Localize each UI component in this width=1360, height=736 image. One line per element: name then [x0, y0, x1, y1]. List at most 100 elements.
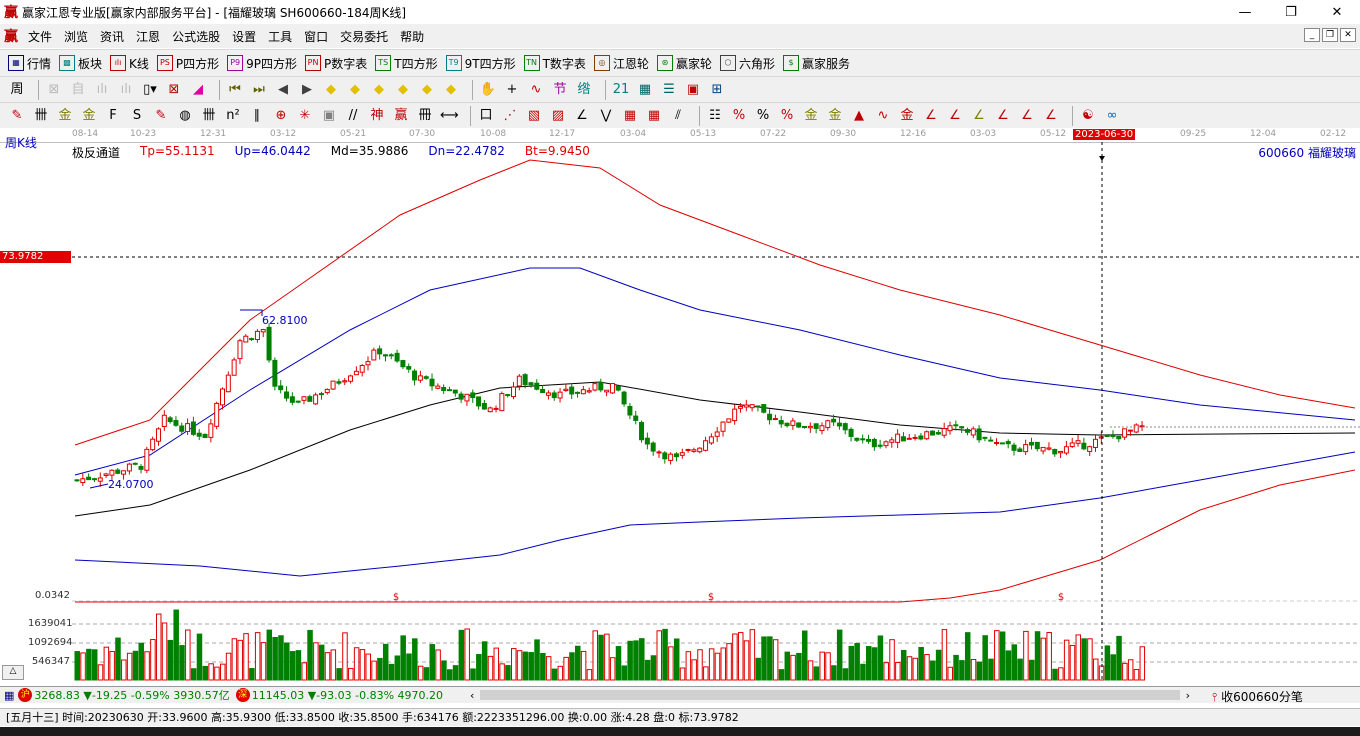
- gann-box-icon[interactable]: ▧: [525, 107, 543, 125]
- ruler-icon[interactable]: 冊: [416, 107, 434, 125]
- menu-item[interactable]: 文件: [22, 28, 58, 45]
- scroll-track[interactable]: [480, 690, 1180, 700]
- mdi-minimize-button[interactable]: _: [1304, 28, 1320, 42]
- mdi-close-button[interactable]: ✕: [1340, 28, 1356, 42]
- horizontal-scrollbar[interactable]: ‹ ›: [470, 688, 1190, 702]
- toolbar-button-ps[interactable]: PS P四方形: [156, 55, 219, 72]
- fan-icon[interactable]: ∥: [248, 107, 266, 125]
- prev-icon[interactable]: ◀: [274, 81, 292, 99]
- cone-icon[interactable]: ▲: [850, 107, 868, 125]
- self-icon[interactable]: 自: [69, 81, 87, 99]
- menu-item[interactable]: 设置: [226, 28, 262, 45]
- matrix2-icon[interactable]: ▦: [645, 107, 663, 125]
- toolbar-button-pn[interactable]: PN P数字表: [305, 55, 367, 72]
- diamond-right-icon[interactable]: ◆: [346, 81, 364, 99]
- diamond-x-icon[interactable]: ◆: [394, 81, 412, 99]
- toolbar-button-p9[interactable]: P9 9P四方形: [227, 55, 297, 72]
- last-icon[interactable]: ⏭: [250, 81, 268, 99]
- chart9-icon[interactable]: ılı: [117, 81, 135, 99]
- n2-icon[interactable]: n²: [224, 107, 242, 125]
- hand-icon[interactable]: ✋: [479, 81, 497, 99]
- sz-index[interactable]: 11145.03 ▼-93.03 -0.83% 4970.20: [252, 689, 443, 702]
- crosshair-icon[interactable]: +: [503, 81, 521, 99]
- gold-box-icon[interactable]: 金: [898, 107, 916, 125]
- yinyang-icon[interactable]: ☯: [1079, 107, 1097, 125]
- toolbar-button-gann-wheel[interactable]: ◎ 江恩轮: [593, 55, 649, 72]
- measure-icon[interactable]: ⟷: [440, 107, 459, 125]
- pattern-icon[interactable]: 绺: [575, 81, 593, 99]
- calendar-icon[interactable]: 21: [612, 81, 630, 99]
- menu-item[interactable]: 资讯: [94, 28, 130, 45]
- menu-item[interactable]: 公式选股: [166, 28, 226, 45]
- circle-ruler-icon[interactable]: ◍: [176, 107, 194, 125]
- pen-icon[interactable]: ✎: [8, 107, 26, 125]
- toolbar-button-ts[interactable]: TS T四方形: [375, 55, 438, 72]
- pen2-icon[interactable]: ✎: [152, 107, 170, 125]
- gold-lines-icon[interactable]: 金: [826, 107, 844, 125]
- toolbar-button-dollar[interactable]: $ 赢家服务: [782, 55, 850, 72]
- close-button[interactable]: ✕: [1314, 0, 1360, 24]
- first-icon[interactable]: ⏮: [226, 81, 244, 99]
- tick-detail-button[interactable]: ⫯ 收600660分笔: [1212, 688, 1303, 705]
- spiral-icon[interactable]: S: [128, 107, 146, 125]
- toolbar-button-blocks[interactable]: ▩ 板块: [59, 55, 102, 72]
- god-icon[interactable]: 神: [368, 107, 386, 125]
- calculator-icon[interactable]: ▦: [636, 81, 654, 99]
- diamond-left-icon[interactable]: ◆: [322, 81, 340, 99]
- target-icon[interactable]: ⊕: [272, 107, 290, 125]
- menu-item[interactable]: 工具: [262, 28, 298, 45]
- volume-profile-icon[interactable]: ◢: [189, 81, 207, 99]
- draw-icon[interactable]: ∿: [527, 81, 545, 99]
- f-icon[interactable]: F: [104, 107, 122, 125]
- minimize-button[interactable]: —: [1222, 0, 1268, 24]
- fan-lines-icon[interactable]: ⋰: [501, 107, 519, 125]
- rect-icon[interactable]: 口: [477, 107, 495, 125]
- star-icon[interactable]: ✳: [296, 107, 314, 125]
- sh-index[interactable]: 3268.83 ▼-19.25 -0.59% 3930.57亿: [34, 687, 229, 703]
- box-icon[interactable]: ▣: [320, 107, 338, 125]
- scroll-left-button[interactable]: ‹: [470, 689, 474, 702]
- toolbar-button-winner-wheel[interactable]: ⊛ 赢家轮: [656, 55, 712, 72]
- lines-icon[interactable]: //: [344, 107, 362, 125]
- disabled-icon[interactable]: ⊠: [45, 81, 63, 99]
- scroll-right-button[interactable]: ›: [1186, 689, 1190, 702]
- menu-item[interactable]: 江恩: [130, 28, 166, 45]
- menu-item[interactable]: 帮助: [394, 28, 430, 45]
- j-angle-icon[interactable]: ∠: [922, 107, 940, 125]
- notes-icon[interactable]: ☰: [660, 81, 678, 99]
- maximize-button[interactable]: ❐: [1268, 0, 1314, 24]
- next-icon[interactable]: ▶: [298, 81, 316, 99]
- pct-fan-icon[interactable]: %: [730, 107, 748, 125]
- diamond-all-icon[interactable]: ◆: [442, 81, 460, 99]
- menu-item[interactable]: 浏览: [58, 28, 94, 45]
- toolbar-button-t9[interactable]: T9 9T四方形: [445, 55, 516, 72]
- matrix-icon[interactable]: ▦: [621, 107, 639, 125]
- f-angle-icon[interactable]: ∠: [946, 107, 964, 125]
- infinity-icon[interactable]: ∞: [1103, 107, 1121, 125]
- period-week-icon[interactable]: 周▾: [8, 81, 26, 115]
- diamond-v-icon[interactable]: ◆: [418, 81, 436, 99]
- grid-icon[interactable]: ▦: [4, 689, 14, 702]
- four-angle-icon[interactable]: ∠: [1042, 107, 1060, 125]
- angle-icon[interactable]: ∠: [573, 107, 591, 125]
- gold2-icon[interactable]: 金: [80, 107, 98, 125]
- toolbar-button-hexagon[interactable]: ⬡ 六角形: [719, 55, 775, 72]
- mark-icon[interactable]: ⊠: [165, 81, 183, 99]
- menu-item[interactable]: 窗口: [298, 28, 334, 45]
- gold-coin-icon[interactable]: 金: [802, 107, 820, 125]
- diamond-h-icon[interactable]: ◆: [370, 81, 388, 99]
- parallel-icon[interactable]: 卌: [200, 107, 218, 125]
- toolbar-button-grid[interactable]: ▦ 行情: [8, 55, 51, 72]
- solar-term-icon[interactable]: 节: [551, 81, 569, 99]
- percent-icon[interactable]: %: [754, 107, 772, 125]
- mdi-restore-button[interactable]: ❐: [1322, 28, 1338, 42]
- gann-grid-icon[interactable]: ▨: [549, 107, 567, 125]
- win-angle-icon[interactable]: ∠: [1018, 107, 1036, 125]
- god-angle-icon[interactable]: ∠: [994, 107, 1012, 125]
- candle-type-icon[interactable]: ▯▾: [141, 81, 159, 99]
- hatch-icon[interactable]: ⫽: [669, 107, 687, 125]
- grid-lines-icon[interactable]: 卌: [32, 107, 50, 125]
- toolbar-button-candles[interactable]: ılı K线: [110, 55, 149, 72]
- save-icon[interactable]: ▣: [684, 81, 702, 99]
- zigzag-icon[interactable]: ⋁: [597, 107, 615, 125]
